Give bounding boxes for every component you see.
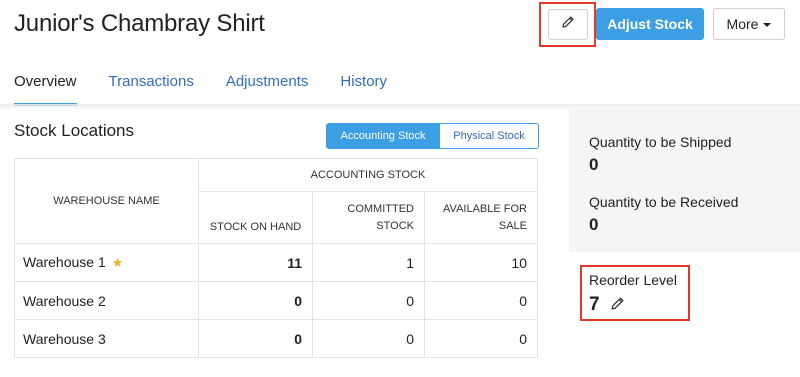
tab-history[interactable]: History [340,64,387,106]
reorder-level-label: Reorder Level [589,272,677,288]
committed-stock-cell: 0 [312,281,425,320]
edit-item-button[interactable] [548,9,588,40]
tab-bar: Overview Transactions Adjustments Histor… [14,64,419,106]
page-title: Junior's Chambray Shirt [14,10,265,37]
committed-stock-cell: 1 [312,243,425,282]
more-label: More [726,16,759,32]
stock-on-hand-cell: 0 [198,281,313,320]
more-button[interactable]: More [713,8,785,40]
tab-adjustments[interactable]: Adjustments [226,64,309,106]
column-header-committed-stock: COMMITTED STOCK [312,191,425,244]
pencil-icon [561,15,575,34]
edit-reorder-pencil-icon[interactable] [610,296,625,316]
reorder-level-highlight: Reorder Level 7 [580,265,690,321]
committed-line-1: COMMITTED [347,202,414,215]
reorder-level-value: 7 [589,294,600,315]
tab-overview[interactable]: Overview [14,64,77,106]
committed-stock-cell: 0 [312,319,425,358]
tab-transactions[interactable]: Transactions [109,64,194,106]
quantity-to-be-received-value: 0 [589,215,599,234]
table-row: Warehouse 2 0 0 0 [14,281,538,320]
column-header-warehouse: WAREHOUSE NAME [14,158,199,244]
warehouse-name-cell: Warehouse 1 ★ [14,243,199,282]
stock-locations-table: WAREHOUSE NAME ACCOUNTING STOCK STOCK ON… [14,158,538,358]
stock-locations-title: Stock Locations [14,121,135,140]
caret-down-icon [763,23,772,27]
quantity-summary-panel: Quantity to be Shipped 0 Quantity to be … [569,106,800,252]
column-header-stock-on-hand: STOCK ON HAND [198,191,313,244]
physical-stock-toggle[interactable]: Physical Stock [440,123,539,149]
quantity-to-be-received-label: Quantity to be Received [589,194,739,210]
table-row: Warehouse 3 0 0 0 [14,319,538,358]
quantity-to-be-shipped-label: Quantity to be Shipped [589,134,732,150]
quantity-to-be-shipped-value: 0 [589,155,599,174]
committed-line-2: STOCK [376,219,414,232]
stock-on-hand-cell: 0 [198,319,313,358]
table-row: Warehouse 1 ★ 11 1 10 [14,243,538,282]
warehouse-name-cell: Warehouse 3 [14,319,199,358]
available-line-1: AVAILABLE FOR [443,202,527,215]
accounting-stock-toggle[interactable]: Accounting Stock [326,123,440,149]
available-line-2: SALE [498,219,527,232]
available-for-sale-cell: 10 [424,243,538,282]
edit-button-highlight [539,2,596,47]
adjust-stock-button[interactable]: Adjust Stock [596,8,704,40]
stock-type-toggle: Accounting Stock Physical Stock [326,123,539,149]
available-for-sale-cell: 0 [424,319,538,358]
stock-on-hand-cell: 11 [198,243,313,282]
warehouse-name: Warehouse 1 [23,254,106,270]
column-group-accounting-stock: ACCOUNTING STOCK [198,158,538,192]
available-for-sale-cell: 0 [424,281,538,320]
warehouse-name-cell: Warehouse 2 [14,281,199,320]
primary-star-icon: ★ [111,255,124,270]
column-header-available-for-sale: AVAILABLE FOR SALE [424,191,538,244]
